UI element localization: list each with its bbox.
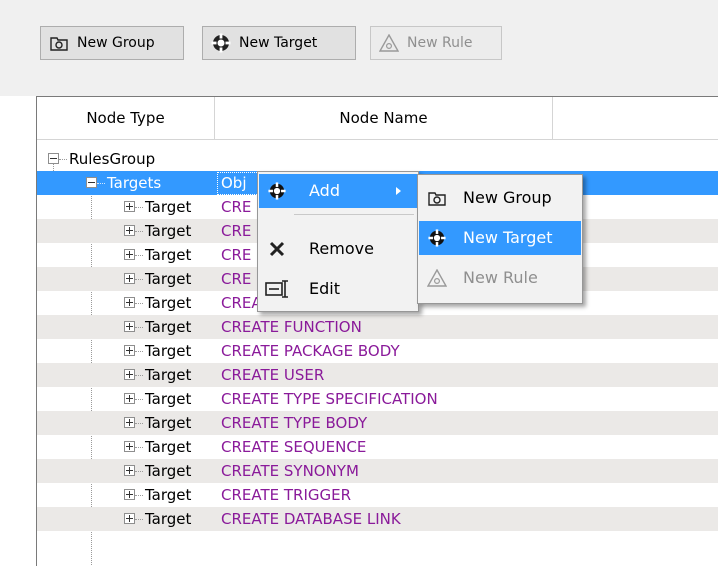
new-target-label: New Target: [239, 35, 318, 51]
expand-icon[interactable]: [124, 417, 135, 428]
table-row[interactable]: Target CREATE SEQUENCE: [37, 435, 718, 459]
node-name-cell: CREATE SYNONYM: [221, 462, 359, 480]
table-row[interactable]: Target CREATE TYPE SPECIFICATION: [37, 387, 718, 411]
rules-tree[interactable]: Node Type Node Name RulesGroup Targets O…: [36, 96, 718, 566]
expand-icon[interactable]: [124, 225, 135, 236]
column-node-name[interactable]: Node Name: [215, 97, 553, 139]
expand-icon[interactable]: [124, 273, 135, 284]
node-type-cell: Target: [145, 270, 192, 288]
node-type-cell: Target: [145, 390, 192, 408]
node-name-cell: CREATE FUNCTION: [221, 318, 362, 336]
expand-icon[interactable]: [124, 321, 135, 332]
menu-item-remove[interactable]: Remove: [259, 232, 417, 266]
node-name-cell: CRE: [221, 198, 252, 216]
menu-item-edit[interactable]: Edit: [259, 272, 417, 306]
menu-item-edit-label: Edit: [309, 279, 340, 298]
node-type-cell: Target: [145, 246, 192, 264]
node-name-cell: CREATE TYPE SPECIFICATION: [221, 390, 438, 408]
node-type-cell: Target: [145, 342, 192, 360]
group-icon: [49, 33, 69, 53]
expand-icon[interactable]: [124, 513, 135, 524]
menu-separator: [294, 214, 414, 215]
node-name-cell: CREATE USER: [221, 366, 325, 384]
targets-node-label: Targets: [107, 174, 162, 192]
targets-node-name: Obj: [221, 174, 247, 192]
expand-icon[interactable]: [124, 369, 135, 380]
new-target-button[interactable]: New Target: [202, 26, 356, 60]
expand-icon[interactable]: [124, 249, 135, 260]
submenu-new-group-label: New Group: [463, 188, 552, 207]
expand-icon[interactable]: [124, 297, 135, 308]
node-name-cell: CREATE TRIGGER: [221, 486, 352, 504]
collapse-icon[interactable]: [86, 177, 97, 188]
node-name-cell: CREATE PACKAGE BODY: [221, 342, 400, 360]
close-icon: [267, 239, 287, 259]
table-row[interactable]: Target CREATE FUNCTION: [37, 315, 718, 339]
expand-icon[interactable]: [124, 441, 135, 452]
table-row[interactable]: Target CREATE USER: [37, 363, 718, 387]
tree-row-root[interactable]: RulesGroup: [37, 147, 718, 171]
root-node-label: RulesGroup: [69, 150, 156, 168]
new-rule-label: New Rule: [407, 35, 473, 51]
node-type-cell: Target: [145, 414, 192, 432]
submenu-new-target-label: New Target: [463, 228, 553, 247]
rule-icon: [379, 33, 399, 53]
table-row[interactable]: Target CREATE SYNONYM: [37, 459, 718, 483]
menu-item-remove-label: Remove: [309, 239, 374, 258]
node-type-cell: Target: [145, 510, 192, 528]
new-rule-button[interactable]: New Rule: [370, 26, 502, 60]
node-name-cell: CRE: [221, 270, 252, 288]
menu-item-add[interactable]: Add: [259, 174, 417, 208]
node-name-cell: CREATE DATABASE LINK: [221, 510, 401, 528]
submenu-new-rule-label: New Rule: [463, 268, 538, 287]
submenu-item-new-target[interactable]: New Target: [419, 221, 581, 255]
node-name-cell: CREATE TYPE BODY: [221, 414, 368, 432]
new-group-button[interactable]: New Group: [40, 26, 184, 60]
table-row[interactable]: Target CREATE PACKAGE BODY: [37, 339, 718, 363]
add-submenu: New Group New Target New Rule: [417, 174, 583, 304]
expand-icon[interactable]: [124, 465, 135, 476]
target-icon: [427, 228, 447, 248]
table-row[interactable]: Target CREATE DATABASE LINK: [37, 507, 718, 531]
node-type-cell: Target: [145, 198, 192, 216]
new-group-label: New Group: [77, 35, 155, 51]
menu-item-add-label: Add: [309, 181, 340, 200]
edit-icon: [265, 279, 291, 299]
node-type-cell: Target: [145, 366, 192, 384]
toolbar: New Group New Target New Rule: [0, 0, 718, 96]
table-row[interactable]: Target CREATE TRIGGER: [37, 483, 718, 507]
rule-icon: [427, 268, 447, 288]
node-type-cell: Target: [145, 222, 192, 240]
submenu-item-new-group[interactable]: New Group: [419, 181, 581, 215]
expand-icon[interactable]: [124, 489, 135, 500]
expand-icon[interactable]: [124, 201, 135, 212]
node-type-cell: Target: [145, 486, 192, 504]
node-name-cell: CREATE SEQUENCE: [221, 438, 367, 456]
collapse-icon[interactable]: [48, 153, 59, 164]
node-name-cell: CRE: [221, 222, 252, 240]
column-node-type[interactable]: Node Type: [37, 97, 215, 139]
context-menu: Add Remove Edit: [257, 171, 419, 312]
node-type-cell: Target: [145, 438, 192, 456]
node-type-cell: Target: [145, 318, 192, 336]
node-type-cell: Target: [145, 294, 192, 312]
node-type-cell: Target: [145, 462, 192, 480]
node-name-cell: CRE: [221, 246, 252, 264]
target-icon: [267, 181, 287, 201]
table-row[interactable]: Target CREATE TYPE BODY: [37, 411, 718, 435]
target-icon: [211, 33, 231, 53]
expand-icon[interactable]: [124, 345, 135, 356]
group-icon: [427, 188, 447, 208]
submenu-item-new-rule[interactable]: New Rule: [419, 261, 581, 295]
tree-header: Node Type Node Name: [37, 97, 718, 140]
expand-icon[interactable]: [124, 393, 135, 404]
